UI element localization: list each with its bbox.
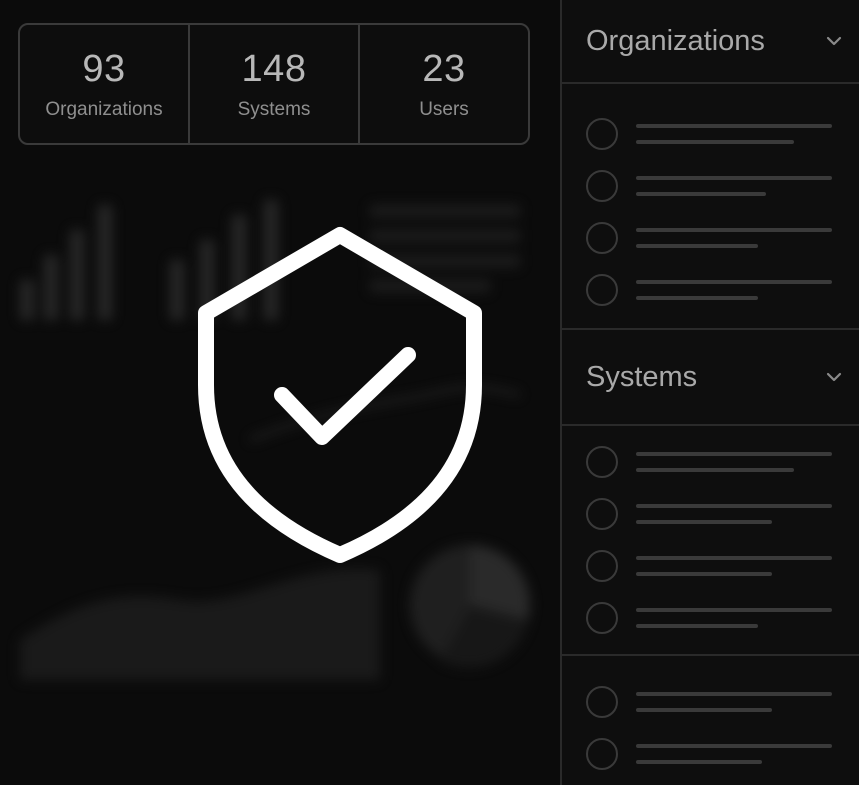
avatar-placeholder <box>586 274 618 306</box>
list-item[interactable] <box>562 540 859 592</box>
avatar-placeholder <box>586 222 618 254</box>
list-item[interactable] <box>562 264 859 316</box>
avatar-placeholder <box>586 498 618 530</box>
avatar-placeholder <box>586 170 618 202</box>
right-sidebar: Organizations Systems <box>560 0 859 785</box>
avatar-placeholder <box>586 686 618 718</box>
organizations-list <box>562 84 859 330</box>
list-item[interactable] <box>562 676 859 728</box>
list-item[interactable] <box>562 592 859 644</box>
section-title: Systems <box>586 360 698 393</box>
users-list <box>562 656 859 780</box>
stat-organizations[interactable]: 93 Organizations <box>20 25 190 143</box>
stat-value: 23 <box>422 47 466 90</box>
app-root: 93 Organizations 148 Systems 23 Users Or… <box>0 0 859 785</box>
section-title: Organizations <box>586 24 765 57</box>
stat-systems[interactable]: 148 Systems <box>190 25 360 143</box>
systems-list <box>562 426 859 656</box>
avatar-placeholder <box>586 550 618 582</box>
stat-label: Systems <box>237 98 311 120</box>
list-item[interactable] <box>562 212 859 264</box>
list-item[interactable] <box>562 160 859 212</box>
stat-users[interactable]: 23 Users <box>360 25 528 143</box>
stat-label: Users <box>419 98 469 120</box>
stat-value: 93 <box>82 47 126 90</box>
stats-card: 93 Organizations 148 Systems 23 Users <box>18 23 530 145</box>
shield-check-icon <box>198 227 482 563</box>
dashboard-main: 93 Organizations 148 Systems 23 Users <box>0 0 560 785</box>
stat-label: Organizations <box>45 98 163 120</box>
list-item[interactable] <box>562 108 859 160</box>
avatar-placeholder <box>586 738 618 770</box>
avatar-placeholder <box>586 446 618 478</box>
list-item[interactable] <box>562 728 859 780</box>
list-item[interactable] <box>562 436 859 488</box>
stat-value: 148 <box>241 47 307 90</box>
avatar-placeholder <box>586 602 618 634</box>
chevron-down-icon[interactable] <box>825 368 843 386</box>
section-header-organizations[interactable]: Organizations <box>562 0 859 84</box>
avatar-placeholder <box>586 118 618 150</box>
chevron-down-icon[interactable] <box>825 32 843 50</box>
section-header-systems[interactable]: Systems <box>562 330 859 426</box>
list-item[interactable] <box>562 488 859 540</box>
